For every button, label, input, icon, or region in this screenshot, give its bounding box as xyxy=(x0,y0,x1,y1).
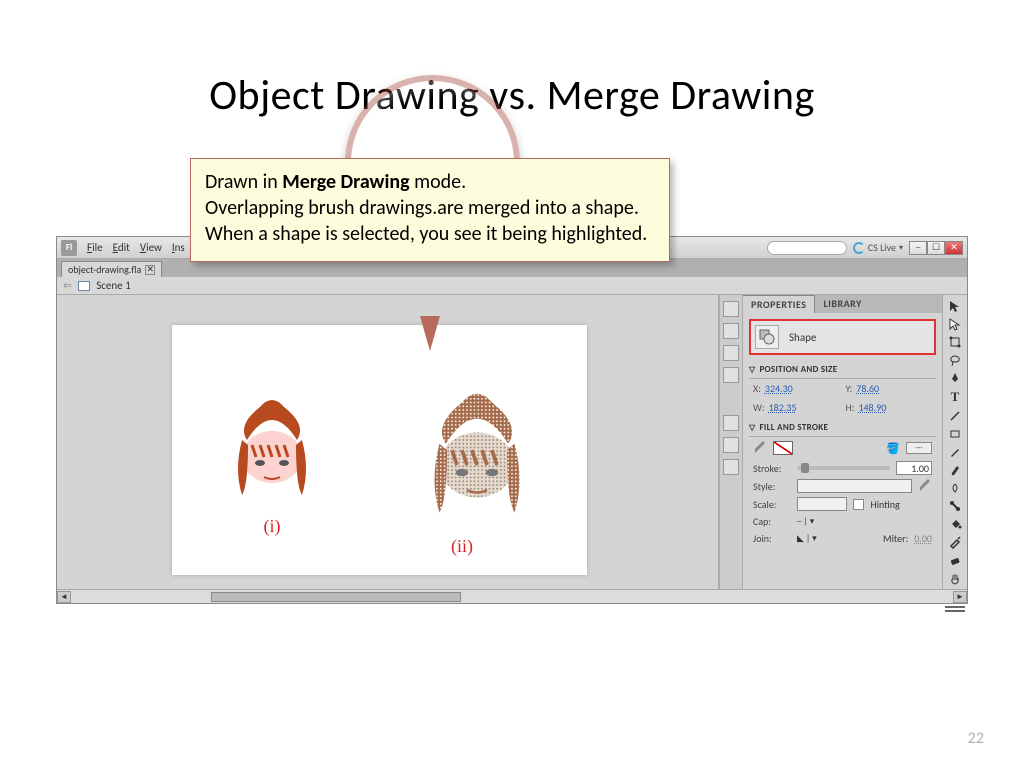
flash-app-icon: Fl xyxy=(61,240,77,256)
rectangle-tool[interactable] xyxy=(945,426,965,442)
hand-tool[interactable] xyxy=(945,570,965,586)
scene-label[interactable]: Scene 1 xyxy=(96,279,131,292)
collapsed-panels xyxy=(719,295,743,589)
w-value[interactable]: 182.35 xyxy=(769,401,797,414)
cslive-icon xyxy=(853,242,865,254)
cs-live-button[interactable]: CS Live ▾ xyxy=(853,241,903,254)
panel-icon[interactable] xyxy=(723,459,739,475)
fill-swatch[interactable] xyxy=(773,441,793,455)
text-tool[interactable]: T xyxy=(945,388,965,406)
panel-icon[interactable] xyxy=(723,323,739,339)
y-value[interactable]: 78.60 xyxy=(856,382,879,395)
eyedropper-tool[interactable] xyxy=(945,534,965,550)
search-input[interactable] xyxy=(767,241,847,255)
horizontal-scrollbar[interactable]: ◄ ► xyxy=(57,589,967,603)
callout-pointer xyxy=(420,316,440,351)
drawing-selected[interactable]: (ii) xyxy=(402,375,522,557)
scroll-right-icon[interactable]: ► xyxy=(953,591,967,603)
label-ii: (ii) xyxy=(402,536,522,557)
stroke-value[interactable]: 1.00 xyxy=(896,461,932,475)
page-number: 22 xyxy=(968,729,984,748)
pencil-icon xyxy=(753,441,767,455)
stroke-slider[interactable] xyxy=(797,466,890,470)
document-tab[interactable]: object-drawing.fla ✕ xyxy=(61,261,162,277)
properties-panel: PROPERTIES LIBRARY Shape ▽POSITION AND S… xyxy=(743,295,943,589)
brush-tool[interactable] xyxy=(945,462,965,478)
shape-icon xyxy=(755,325,779,349)
tab-properties[interactable]: PROPERTIES xyxy=(743,295,815,313)
deco-tool[interactable] xyxy=(945,480,965,496)
selection-tool[interactable] xyxy=(945,298,965,314)
free-transform-tool[interactable] xyxy=(945,334,965,350)
paint-bucket-tool[interactable] xyxy=(945,516,965,532)
join-dropdown[interactable]: ◣ | ▾ xyxy=(797,533,817,544)
panel-icon[interactable] xyxy=(723,437,739,453)
pen-tool[interactable] xyxy=(945,370,965,386)
menu-view[interactable]: View xyxy=(140,241,162,254)
menu-file[interactable]: File xyxy=(87,241,103,254)
subselection-tool[interactable] xyxy=(945,316,965,332)
fill-color-swatch[interactable] xyxy=(945,610,965,612)
panel-icon[interactable] xyxy=(723,367,739,383)
menubar: File Edit View Ins xyxy=(87,241,185,254)
stroke-swatch[interactable]: --- xyxy=(906,442,932,454)
scene-icon xyxy=(78,281,90,291)
edit-style-icon[interactable] xyxy=(918,479,932,493)
line-tool[interactable] xyxy=(945,408,965,424)
drawing-unselected[interactable]: (i) xyxy=(212,385,332,537)
lasso-tool[interactable] xyxy=(945,352,965,368)
tools-panel: T xyxy=(943,295,967,589)
scale-dropdown[interactable] xyxy=(797,497,847,511)
section-position-size[interactable]: ▽POSITION AND SIZE xyxy=(749,361,936,379)
cap-dropdown[interactable]: ─ | ▾ xyxy=(797,516,814,527)
hinting-checkbox[interactable] xyxy=(853,499,864,510)
eraser-tool[interactable] xyxy=(945,552,965,568)
close-tab-icon[interactable]: ✕ xyxy=(145,265,155,275)
panel-icon[interactable] xyxy=(723,301,739,317)
scroll-left-icon[interactable]: ◄ xyxy=(57,591,71,603)
minimize-button[interactable]: ─ xyxy=(909,241,927,255)
menu-edit[interactable]: Edit xyxy=(113,241,130,254)
slide-title: Object Drawing vs. Merge Drawing xyxy=(0,0,1024,121)
selection-type-label: Shape xyxy=(789,331,816,344)
style-dropdown[interactable] xyxy=(797,479,912,493)
miter-value[interactable]: 0.00 xyxy=(914,532,932,545)
stage[interactable]: (i) xyxy=(172,325,587,575)
pencil-tool[interactable] xyxy=(945,444,965,460)
flash-window: Fl File Edit View Ins CS Live ▾ ─ ☐ ✕ xyxy=(56,236,968,604)
menu-insert[interactable]: Ins xyxy=(172,241,185,254)
h-value[interactable]: 148.90 xyxy=(858,401,886,414)
x-value[interactable]: 324.30 xyxy=(765,382,793,395)
edit-bar: ⇐ Scene 1 xyxy=(57,277,967,295)
stroke-color-swatch[interactable] xyxy=(945,606,965,608)
callout-box: Drawn in Merge Drawing mode. Overlapping… xyxy=(190,158,670,262)
selection-type-row: Shape xyxy=(749,319,936,355)
close-button[interactable]: ✕ xyxy=(945,241,963,255)
stage-area[interactable]: (i) xyxy=(57,295,719,589)
panel-icon[interactable] xyxy=(723,415,739,431)
label-i: (i) xyxy=(212,516,332,537)
scroll-thumb[interactable] xyxy=(211,592,461,602)
tab-library[interactable]: LIBRARY xyxy=(815,295,869,313)
section-fill-stroke[interactable]: ▽FILL AND STROKE xyxy=(749,419,936,437)
bucket-icon: 🪣 xyxy=(886,442,900,455)
bone-tool[interactable] xyxy=(945,498,965,514)
panel-icon[interactable] xyxy=(723,345,739,361)
back-icon[interactable]: ⇐ xyxy=(63,279,72,292)
maximize-button[interactable]: ☐ xyxy=(927,241,945,255)
